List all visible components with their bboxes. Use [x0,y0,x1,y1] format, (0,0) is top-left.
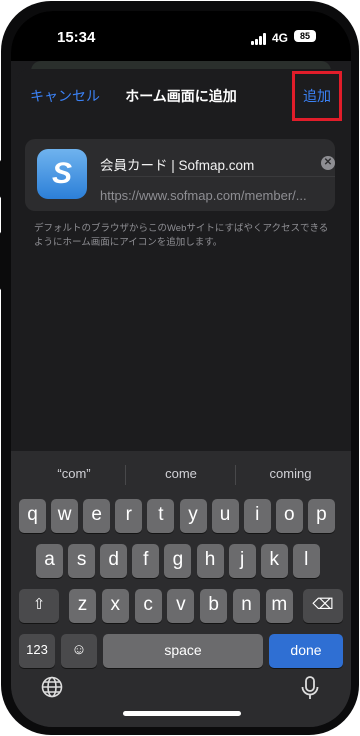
space-key[interactable]: space [103,634,263,668]
key-k[interactable]: k [260,544,288,578]
key-h[interactable]: h [196,544,224,578]
key-a[interactable]: a [36,544,63,578]
bookmark-card: S 会員カード | Sofmap.com ✕ https://www.sofma… [25,139,335,211]
network-type: 4G [272,31,289,45]
key-e[interactable]: e [83,499,111,533]
signal-icon [251,33,269,45]
key-m[interactable]: m [265,589,293,623]
key-i[interactable]: i [243,499,271,533]
key-s[interactable]: s [68,544,96,578]
sheet-nav-bar: キャンセル ホーム画面に追加 追加 [17,69,345,121]
divider [100,176,335,177]
key-b[interactable]: b [200,589,228,623]
key-g[interactable]: g [164,544,192,578]
key-z[interactable]: z [69,589,96,623]
clear-icon[interactable]: ✕ [321,156,335,170]
key-y[interactable]: y [179,499,207,533]
app-name-field[interactable]: 会員カード | Sofmap.com [100,154,254,174]
key-n[interactable]: n [233,589,260,623]
divider [235,465,236,485]
key-u[interactable]: u [211,499,239,533]
sofmap-app-icon: S [37,149,87,199]
emoji-icon: ☺ [71,641,87,658]
key-p[interactable]: p [307,499,335,533]
key-o[interactable]: o [275,499,303,533]
emoji-key[interactable]: ☺ [61,634,97,668]
app-icon-letter: S [51,157,72,190]
side-button [0,232,4,290]
backspace-icon: ⌫ [312,596,334,613]
mic-icon[interactable] [300,675,320,706]
side-button [0,160,4,198]
shift-icon: ⇧ [32,596,46,613]
key-x[interactable]: x [101,589,129,623]
suggestion-1[interactable]: “com” [29,466,119,481]
key-f[interactable]: f [132,544,160,578]
key-q[interactable]: q [19,499,46,533]
key-j[interactable]: j [228,544,256,578]
key-r[interactable]: r [115,499,143,533]
description-text: デフォルトのブラウザからこのWebサイトにすばやくアクセスできるようにホーム画面… [34,223,329,248]
suggestion-2[interactable]: come [136,466,226,481]
shift-key[interactable]: ⇧ [19,589,59,623]
key-l[interactable]: l [292,544,320,578]
battery-icon: 85 [294,30,316,42]
key-c[interactable]: c [134,589,162,623]
status-bar: 15:34 4G 85 [11,11,351,61]
home-indicator [123,711,241,716]
phone-frame: 15:34 4G 85 キャンセル ホーム画面に追加 追加 S 会員カード | [1,1,359,735]
screen: 15:34 4G 85 キャンセル ホーム画面に追加 追加 S 会員カード | [11,11,351,727]
key-v[interactable]: v [167,589,195,623]
key-d[interactable]: d [100,544,128,578]
key-t[interactable]: t [147,499,175,533]
globe-icon[interactable] [40,675,64,704]
numbers-key[interactable]: 123 [19,634,55,668]
done-key[interactable]: done [269,634,343,668]
status-time: 15:34 [57,29,96,46]
divider [125,465,126,485]
key-w[interactable]: w [51,499,79,533]
backspace-key[interactable]: ⌫ [303,589,343,623]
suggestion-3[interactable]: coming [243,466,338,481]
add-button[interactable]: 追加 [292,71,342,121]
url-text: https://www.sofmap.com/member/... [100,188,307,203]
